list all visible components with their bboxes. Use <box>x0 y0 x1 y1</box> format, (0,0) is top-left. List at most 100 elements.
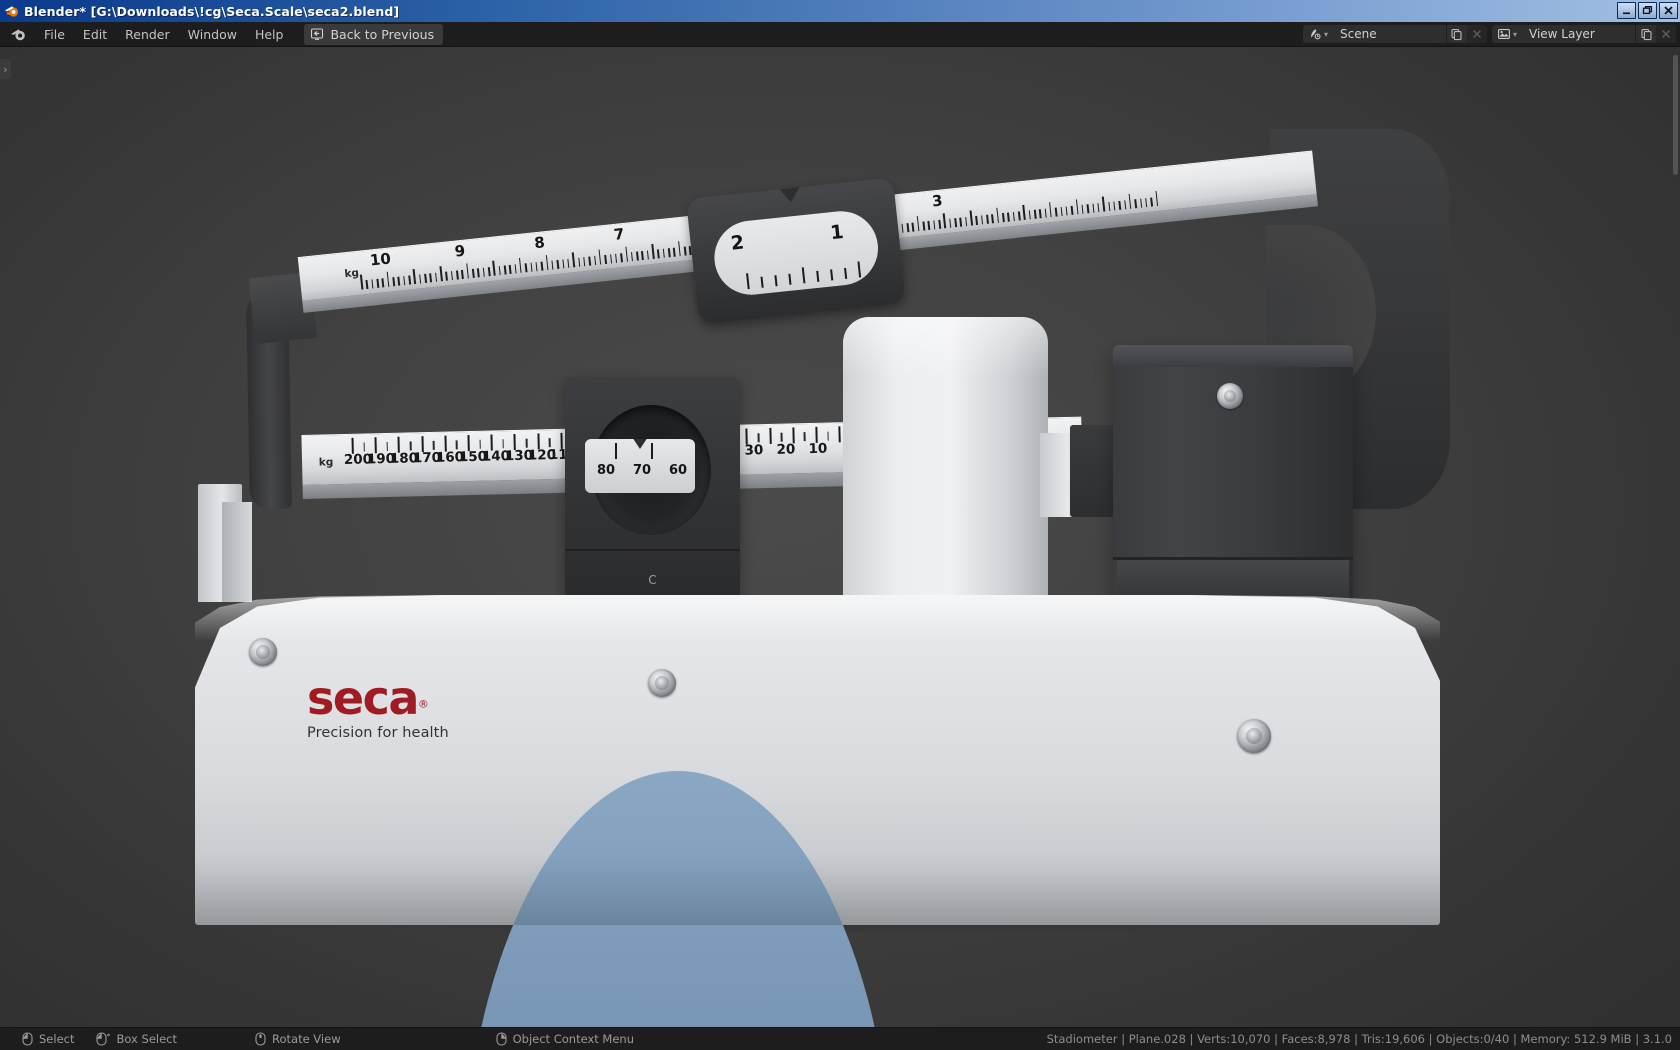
view-layer-name-field[interactable]: View Layer <box>1521 25 1635 43</box>
graduation-tick <box>1139 198 1143 208</box>
graduation-tick <box>938 219 941 229</box>
view-layer-selector[interactable]: ▾ View Layer <box>1491 25 1676 43</box>
graduation-tick <box>551 260 554 270</box>
unlink-scene-button[interactable] <box>1466 25 1487 43</box>
graduation-tick <box>363 442 366 452</box>
graduation-tick <box>827 431 829 441</box>
graduation-tick <box>980 215 984 225</box>
close-button[interactable] <box>1659 2 1678 19</box>
graduation-tick <box>429 273 432 283</box>
graduation-tick <box>995 207 1000 223</box>
window-titlebar: Blender* [G:\Downloads\!cg\Seca.Scale\se… <box>0 0 1680 22</box>
view-layer-browse-icon[interactable]: ▾ <box>1491 25 1521 43</box>
graduation-tick <box>662 248 666 258</box>
scene-name-field[interactable]: Scene <box>1331 25 1446 43</box>
graduation-tick <box>901 223 904 233</box>
graduation-tick <box>598 249 602 265</box>
graduation-tick <box>498 266 501 276</box>
graduation-tick <box>1022 204 1026 220</box>
scene-dropdown-caret-icon: ▾ <box>1323 29 1328 39</box>
poise-bottom-pointer-icon <box>791 298 813 315</box>
graduation-tick <box>583 257 586 267</box>
graduation-tick <box>1054 207 1058 217</box>
graduation-tick <box>492 260 496 276</box>
graduation-tick <box>1001 213 1005 223</box>
graduation-tick <box>1039 209 1042 219</box>
maximize-button[interactable] <box>1638 2 1657 19</box>
menu-help[interactable]: Help <box>246 24 293 45</box>
scene-selector[interactable]: ▾ Scene <box>1302 25 1487 43</box>
brand-registered-mark: ® <box>417 697 429 711</box>
poise-number-1: 1 <box>829 220 845 245</box>
3d-viewport[interactable]: › kg 10 9 8 7 3 2 1 kg 200 190 180 170 1… <box>0 47 1680 1027</box>
scene-browse-icon[interactable]: ▾ <box>1302 25 1332 43</box>
graduation-tick <box>479 439 481 449</box>
center-poise-block[interactable] <box>843 317 1048 627</box>
graduation-tick <box>1044 208 1047 218</box>
graduation-tick <box>381 278 385 288</box>
viewport-vertical-scrollbar[interactable] <box>1673 55 1678 175</box>
graduation-tick <box>609 254 613 264</box>
minimize-button[interactable] <box>1617 2 1636 19</box>
new-view-layer-button[interactable] <box>1636 25 1656 43</box>
menu-window[interactable]: Window <box>179 24 246 45</box>
graduation-tick <box>577 257 581 267</box>
new-scene-button[interactable] <box>1446 25 1467 43</box>
upper-beam-num-9: 9 <box>453 241 467 261</box>
view-layer-dropdown-caret-icon: ▾ <box>1512 29 1517 39</box>
upper-beam-num-3: 3 <box>931 191 944 211</box>
graduation-tick <box>911 222 915 232</box>
lower-beam-num-10: 10 <box>808 440 828 458</box>
graduation-tick <box>545 255 549 271</box>
status-object-context-menu: Object Context Menu <box>496 1032 634 1046</box>
sidebar-expand-arrow-icon[interactable]: › <box>0 59 11 79</box>
graduation-tick <box>780 432 783 442</box>
graduation-tick <box>651 243 655 259</box>
back-to-previous-button[interactable]: Back to Previous <box>304 23 444 45</box>
graduation-tick <box>620 253 623 263</box>
graduation-tick <box>432 440 435 450</box>
housing-screw-center <box>648 669 676 697</box>
blender-app-menu-icon[interactable] <box>7 23 29 45</box>
dial-housing-mark: C <box>648 573 657 587</box>
upper-poise-slider[interactable]: 2 1 <box>685 177 907 325</box>
graduation-tick <box>683 246 687 256</box>
graduation-tick <box>1118 200 1122 210</box>
graduation-tick <box>1081 204 1084 214</box>
graduation-tick <box>1097 203 1100 213</box>
blender-window: Blender* [G:\Downloads\!cg\Seca.Scale\se… <box>0 0 1680 1050</box>
graduation-tick <box>1150 197 1153 207</box>
status-select: Select <box>22 1032 74 1046</box>
graduation-tick <box>593 256 597 266</box>
mouse-right-icon <box>496 1032 507 1046</box>
graduation-tick <box>471 268 475 278</box>
back-to-previous-label: Back to Previous <box>330 26 435 42</box>
graduation-tick <box>1060 206 1063 217</box>
blender-logo-icon <box>4 3 20 19</box>
graduation-tick <box>571 252 576 268</box>
counterweight-block[interactable] <box>1113 345 1353 625</box>
topbar-right-controls: ▾ Scene ▾ View Layer <box>1298 22 1676 46</box>
graduation-tick <box>1028 210 1031 220</box>
graduation-tick <box>371 279 374 289</box>
graduation-tick <box>677 241 682 257</box>
remove-view-layer-button[interactable] <box>1656 25 1676 43</box>
graduation-tick <box>985 214 989 224</box>
graduation-tick <box>455 270 459 280</box>
graduation-tick <box>1128 193 1132 209</box>
graduation-tick <box>636 251 639 261</box>
graduation-tick <box>1086 204 1090 214</box>
mouse-middle-icon <box>255 1032 266 1046</box>
graduation-tick <box>508 264 512 275</box>
graduation-tick <box>624 246 629 262</box>
graduation-tick <box>1092 203 1095 213</box>
brand-tagline: Precision for health <box>307 725 449 741</box>
menu-file[interactable]: File <box>35 24 74 45</box>
housing-screw-left <box>249 638 277 666</box>
graduation-tick <box>418 274 422 284</box>
menu-render[interactable]: Render <box>116 24 179 45</box>
graduation-tick <box>530 262 533 272</box>
status-select-label: Select <box>39 1032 75 1046</box>
menu-edit[interactable]: Edit <box>74 24 116 45</box>
counterweight-screw <box>1217 383 1243 409</box>
